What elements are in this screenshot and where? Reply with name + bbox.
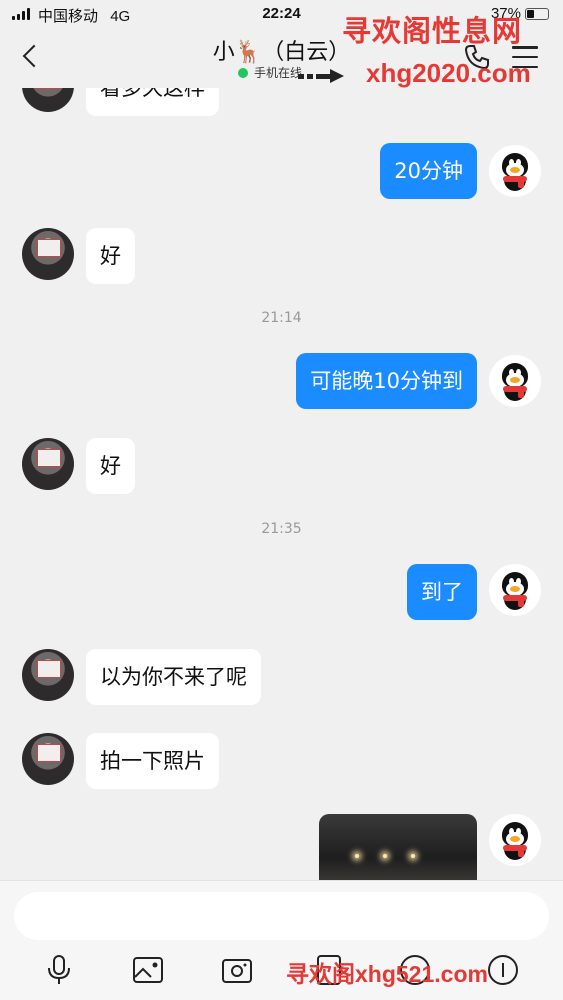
qq-penguin-avatar[interactable]: [489, 145, 541, 197]
time-separator: 21:35: [261, 521, 302, 537]
message-bubble-incoming[interactable]: 拍一下照片: [86, 733, 219, 789]
online-status-text: 手机在线: [254, 66, 303, 80]
watermark-top-url: xhg2020.com: [366, 58, 531, 88]
battery-icon: [525, 7, 549, 20]
qq-penguin-avatar[interactable]: [489, 355, 541, 407]
message-bubble-incoming[interactable]: 好: [86, 228, 135, 284]
message-bubble-outgoing[interactable]: 到了: [407, 564, 477, 620]
qq-penguin-avatar[interactable]: [489, 814, 541, 866]
message-list[interactable]: 看多久这样 20分钟 好 21:14 可能晚10分钟到 好 21:35 到了 以…: [0, 88, 563, 880]
message-bubble-incoming[interactable]: 好: [86, 438, 135, 494]
mic-icon[interactable]: [42, 953, 76, 987]
contact-avatar[interactable]: [22, 649, 74, 701]
online-dot-icon: [238, 67, 248, 78]
qq-penguin-avatar[interactable]: [489, 564, 541, 616]
plus-icon[interactable]: [486, 953, 520, 987]
message-bubble-outgoing[interactable]: 20分钟: [380, 143, 477, 199]
watermark-bottom: 寻欢阁xhg521.com: [286, 961, 488, 987]
contact-avatar[interactable]: [22, 438, 74, 490]
arrow-icon: [298, 69, 344, 83]
message-bubble-incoming[interactable]: 看多久这样: [86, 88, 219, 116]
camera-icon[interactable]: [220, 953, 254, 987]
contact-avatar[interactable]: [22, 228, 74, 280]
message-bubble-outgoing[interactable]: 可能晚10分钟到: [296, 353, 477, 409]
watermark-top: 寻欢阁性息网: [342, 16, 523, 48]
contact-avatar[interactable]: [22, 88, 74, 112]
image-icon[interactable]: [131, 953, 165, 987]
message-bubble-incoming[interactable]: 以为你不来了呢: [86, 649, 261, 705]
online-status: 手机在线: [238, 64, 302, 81]
contact-avatar[interactable]: [22, 733, 74, 785]
time-separator: 21:14: [261, 310, 302, 326]
photo-message[interactable]: [319, 814, 477, 880]
message-input[interactable]: [14, 892, 549, 940]
